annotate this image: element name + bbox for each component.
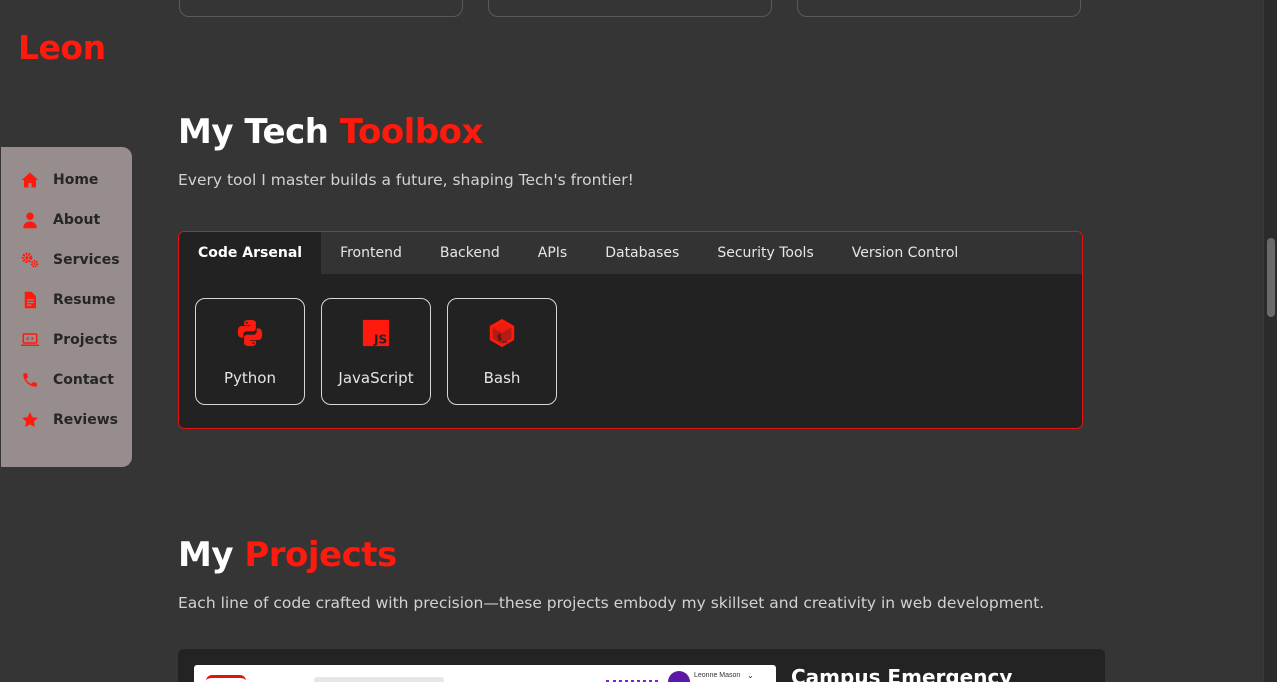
tab-backend[interactable]: Backend [421, 232, 519, 274]
sidebar-item-resume[interactable]: Resume [1, 280, 132, 320]
tab-version-control[interactable]: Version Control [833, 232, 978, 274]
tool-name: JavaScript [338, 369, 414, 387]
tool-name: Bash [483, 369, 521, 387]
project-thumbnail: Leonne Mason ⌄ [194, 665, 776, 682]
thumb-user-name: Leonne Mason [694, 672, 741, 679]
project-card[interactable]: Leonne Mason ⌄ Campus Emergency [178, 649, 1105, 682]
thumb-logo [206, 675, 246, 682]
sidebar-item-label: Contact [53, 372, 114, 388]
chevron-down-icon: ⌄ [747, 671, 754, 680]
tab-code-arsenal[interactable]: Code Arsenal [179, 232, 322, 274]
toolbox-subtitle: Every tool I master builds a future, sha… [178, 171, 634, 189]
thumb-search-bar [314, 677, 444, 682]
python-icon [234, 317, 266, 349]
project-title: Campus Emergency [791, 665, 1013, 682]
sidebar-item-home[interactable]: Home [1, 160, 132, 200]
projects-title-accent: Projects [244, 535, 397, 575]
sidebar-item-projects[interactable]: Projects [1, 320, 132, 360]
sidebar-item-label: Services [53, 252, 120, 268]
projects-title-main: My [178, 535, 245, 575]
toolbox-tab-bar: Code Arsenal Frontend Backend APIs Datab… [179, 232, 1082, 274]
tool-card-bash[interactable]: $_ Bash [447, 298, 557, 405]
toolbox-title-main: My Tech [178, 112, 340, 152]
laptop-code-icon [20, 330, 40, 350]
tool-card-javascript[interactable]: JS JavaScript [321, 298, 431, 405]
svg-text:JS: JS [373, 332, 387, 346]
toolbox-tab-panel: Code Arsenal Frontend Backend APIs Datab… [178, 231, 1083, 429]
sidebar-item-label: About [53, 212, 101, 228]
site-logo[interactable]: Leon [18, 28, 106, 68]
sidebar-item-label: Resume [53, 292, 116, 308]
tab-frontend[interactable]: Frontend [321, 232, 421, 274]
page-scrollbar[interactable] [1263, 0, 1277, 682]
sidebar-item-label: Home [53, 172, 99, 188]
tab-security-tools[interactable]: Security Tools [698, 232, 832, 274]
user-icon [20, 210, 40, 230]
home-icon [20, 170, 40, 190]
tab-databases[interactable]: Databases [586, 232, 698, 274]
service-card-2 [488, 0, 772, 17]
bash-icon: $_ [486, 317, 518, 349]
thumb-icons [606, 675, 658, 682]
scrollbar-thumb[interactable] [1267, 238, 1275, 317]
phone-icon [20, 370, 40, 390]
tool-card-python[interactable]: Python [195, 298, 305, 405]
sidebar-item-services[interactable]: Services [1, 240, 132, 280]
sidebar-item-contact[interactable]: Contact [1, 360, 132, 400]
service-card-3 [797, 0, 1081, 17]
projects-title: My Projects [178, 533, 397, 577]
sidebar-item-reviews[interactable]: Reviews [1, 400, 132, 440]
sidebar-item-about[interactable]: About [1, 200, 132, 240]
javascript-icon: JS [360, 317, 392, 349]
tool-name: Python [224, 369, 276, 387]
tool-list: Python JS JavaScript $_ Bash [179, 274, 1082, 428]
toolbox-title-accent: Toolbox [339, 112, 484, 152]
sidebar-nav: Home About Services Resume Projects Cont… [1, 147, 132, 467]
service-card-1 [179, 0, 463, 17]
avatar [668, 671, 690, 682]
sidebar-item-label: Reviews [53, 412, 118, 428]
sidebar-item-label: Projects [53, 332, 118, 348]
gears-icon [20, 250, 40, 270]
star-icon [20, 410, 40, 430]
document-icon [20, 290, 40, 310]
tab-apis[interactable]: APIs [519, 232, 586, 274]
toolbox-title: My Tech Toolbox [178, 110, 483, 154]
svg-text:$_: $_ [497, 333, 508, 343]
projects-subtitle: Each line of code crafted with precision… [178, 594, 1045, 612]
